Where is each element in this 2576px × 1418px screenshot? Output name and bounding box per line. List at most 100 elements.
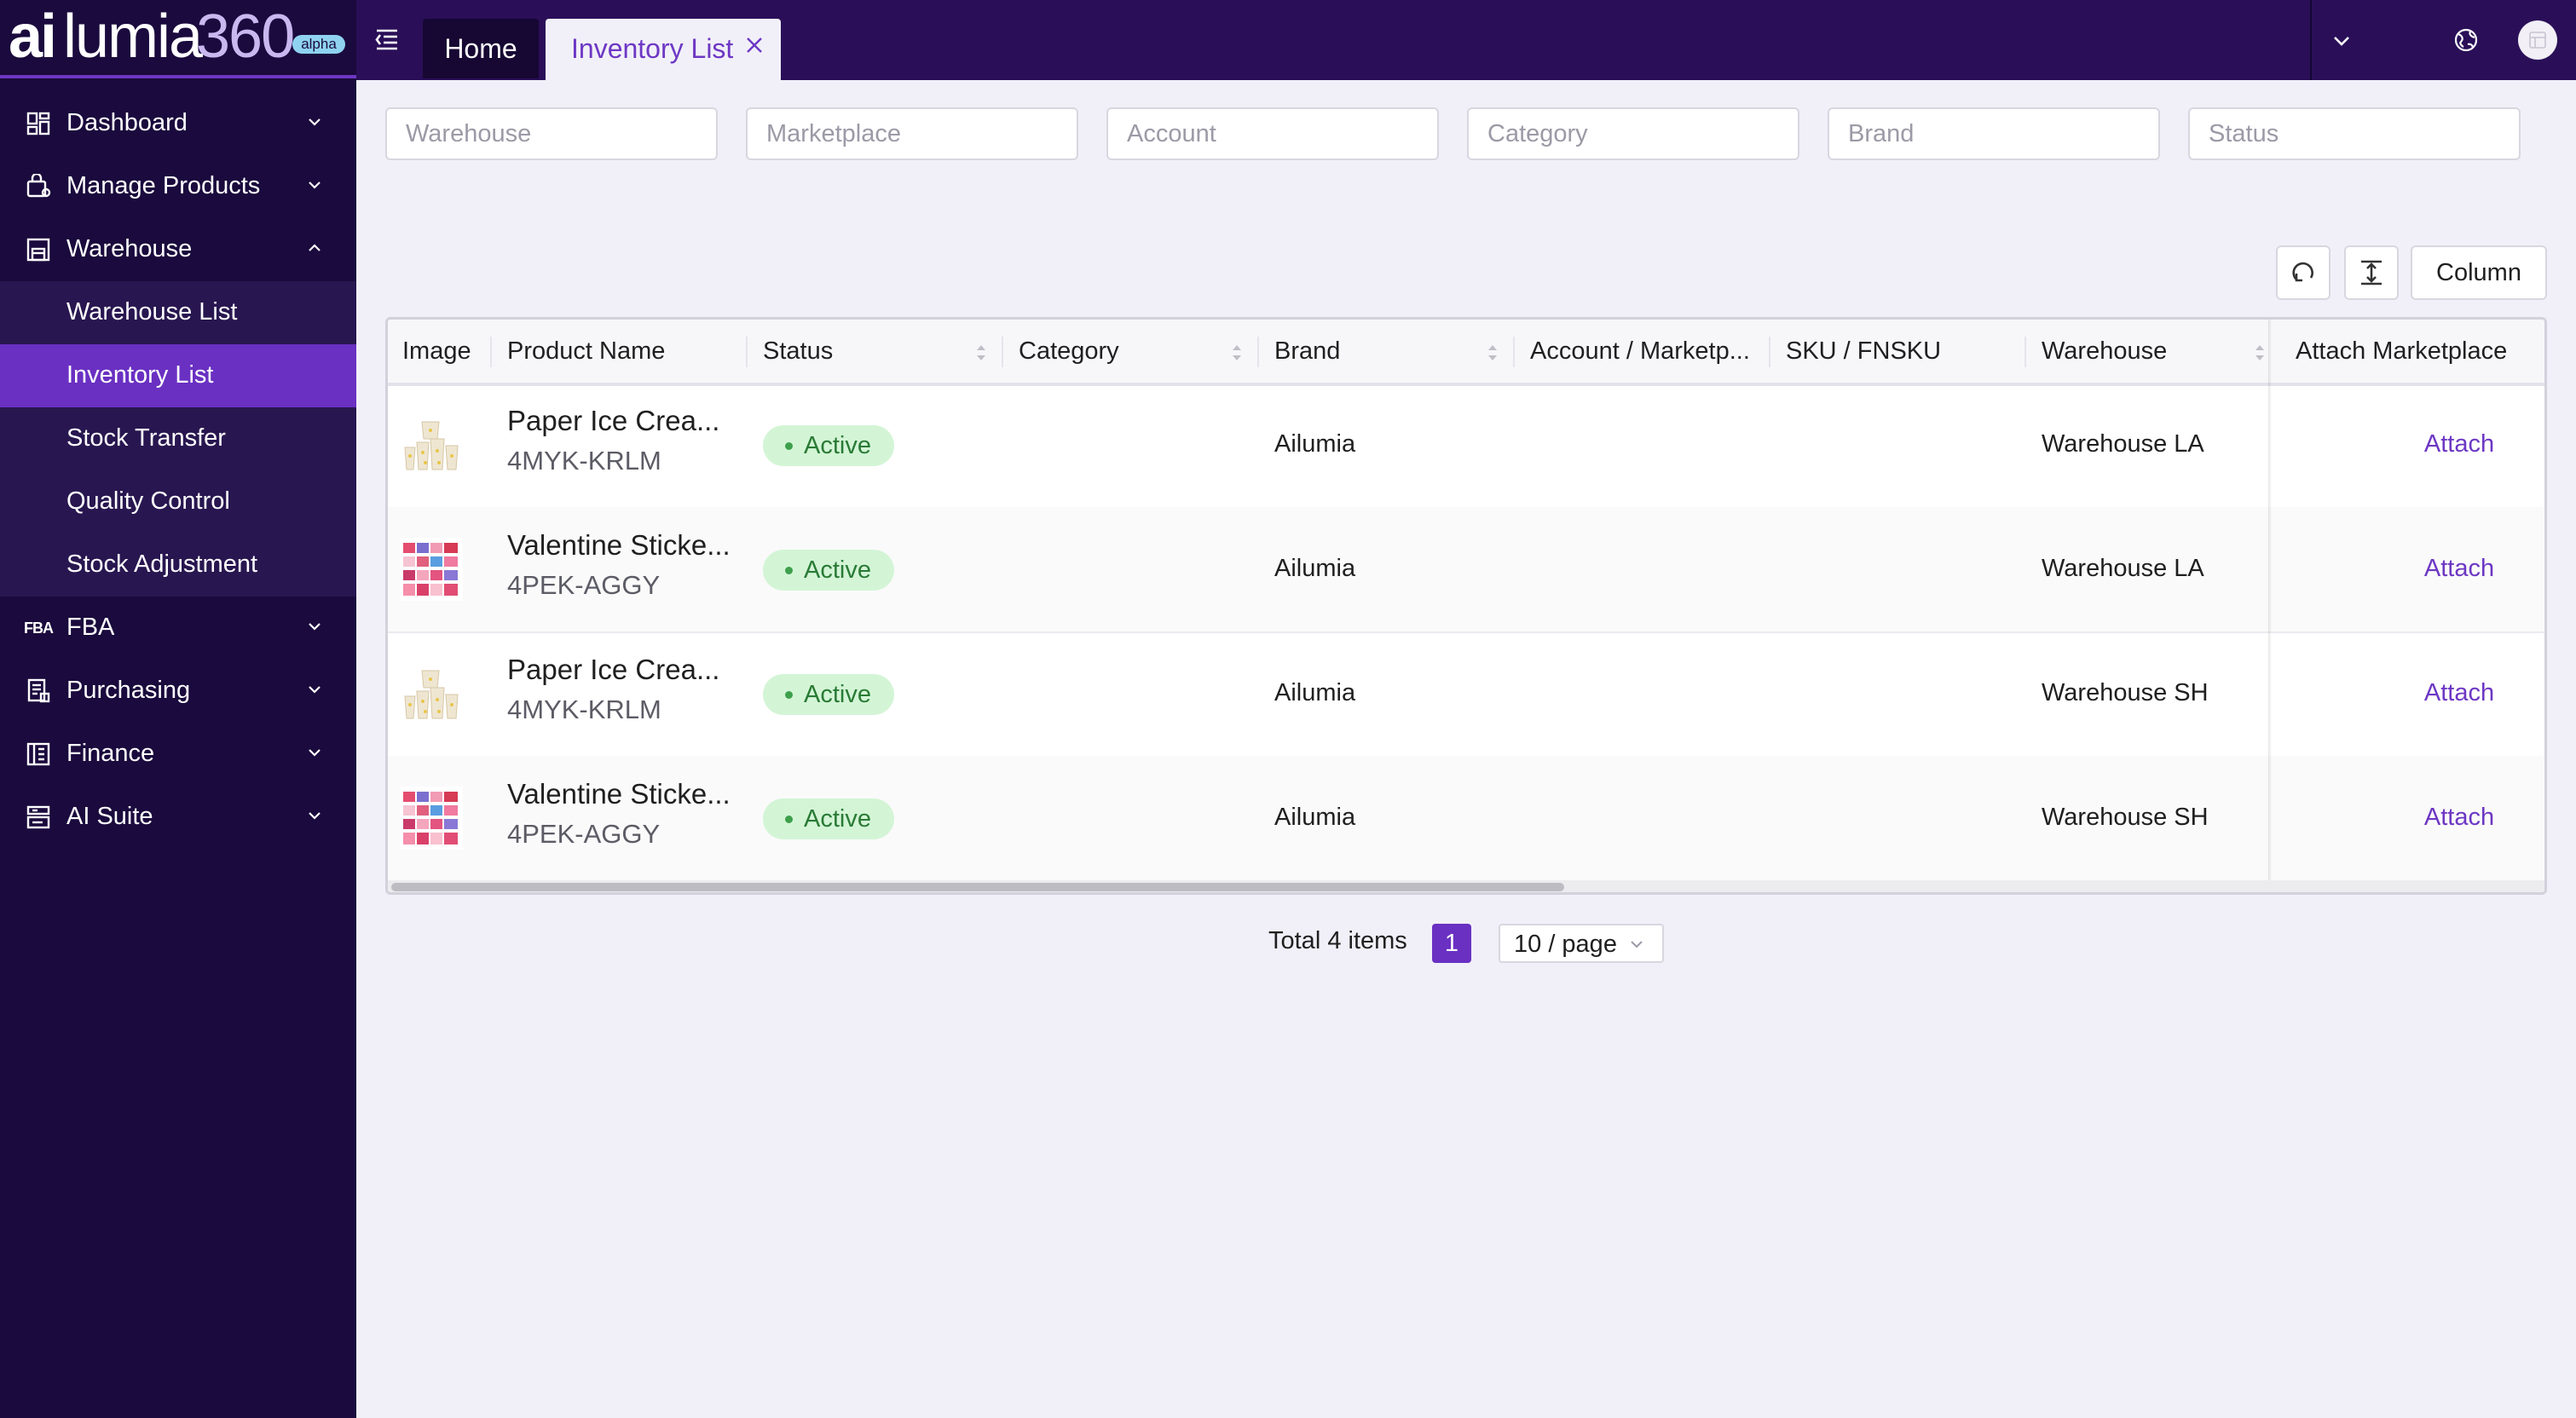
- tab-home[interactable]: Home: [423, 19, 539, 78]
- product-thumbnail-valentine-stickers[interactable]: [400, 787, 463, 850]
- status-dot: [785, 567, 793, 574]
- fba-icon: FBA: [24, 615, 54, 641]
- tab-label: Inventory List: [571, 33, 734, 64]
- refresh-button[interactable]: [2276, 245, 2331, 300]
- page-size-select[interactable]: 10 / page: [1499, 924, 1664, 963]
- status-dot: [785, 816, 793, 823]
- status-filter[interactable]: [2188, 107, 2521, 160]
- logo-number: 360: [196, 3, 295, 71]
- column-header-status[interactable]: Status: [763, 320, 833, 383]
- sidebar-subitem-stock-adjustment[interactable]: Stock Adjustment: [0, 533, 356, 597]
- sidebar-item-finance[interactable]: Finance: [0, 723, 356, 786]
- account-filter[interactable]: [1106, 107, 1439, 160]
- sidebar-item-fba[interactable]: FBA FBA: [0, 597, 356, 660]
- product-thumbnail-valentine-stickers[interactable]: [400, 538, 463, 601]
- sidebar-subitem-label: Stock Transfer: [66, 424, 226, 452]
- sidebar-item-label: Warehouse: [66, 235, 193, 262]
- close-icon[interactable]: [745, 36, 764, 55]
- status-badge: Active: [763, 798, 894, 839]
- status-badge: Active: [763, 550, 894, 591]
- page-size-label: 10 / page: [1514, 931, 1617, 958]
- brand-filter[interactable]: [1828, 107, 2160, 160]
- product-thumbnail-ice-cream-cups[interactable]: [400, 413, 463, 476]
- fixed-column-shadow: [2268, 320, 2272, 892]
- product-thumbnail-ice-cream-cups[interactable]: [400, 662, 463, 725]
- sidebar-item-warehouse[interactable]: Warehouse: [0, 218, 356, 281]
- status-label: Active: [804, 681, 871, 708]
- sidebar-subitem-warehouse-list[interactable]: Warehouse List: [0, 281, 356, 344]
- brand-cell: Ailumia: [1274, 679, 1356, 706]
- column-height-icon: [2361, 260, 2382, 285]
- tab-inventory-list[interactable]: Inventory List: [546, 19, 781, 80]
- column-divider: [2024, 337, 2026, 367]
- sidebar-item-purchasing[interactable]: Purchasing: [0, 660, 356, 723]
- chevron-down-icon: [1631, 941, 1643, 948]
- sidebar-subitem-stock-transfer[interactable]: Stock Transfer: [0, 407, 356, 470]
- marketplace-filter[interactable]: [746, 107, 1078, 160]
- column-header-brand[interactable]: Brand: [1274, 320, 1340, 383]
- chevron-down-icon: [309, 686, 321, 694]
- sidebar-subitem-quality-control[interactable]: Quality Control: [0, 470, 356, 533]
- table-row: Valentine Sticke... 4PEK-AGGY Active Ail…: [388, 756, 2544, 882]
- dashboard-icon: [26, 111, 51, 136]
- finance-icon: [26, 741, 51, 767]
- column-divider: [490, 337, 492, 367]
- horizontal-scrollbar[interactable]: [388, 880, 2544, 892]
- product-name[interactable]: Paper Ice Crea...: [507, 654, 719, 686]
- sidebar-item-dashboard[interactable]: Dashboard: [0, 92, 356, 155]
- sort-icon[interactable]: [974, 342, 988, 364]
- product-sku: 4MYK-KRLM: [507, 695, 661, 724]
- purchasing-icon: [26, 678, 51, 704]
- sort-icon[interactable]: [2253, 342, 2267, 364]
- status-label: Active: [804, 805, 871, 833]
- status-badge: Active: [763, 674, 894, 715]
- scrollbar-thumb[interactable]: [391, 883, 1564, 891]
- attach-link[interactable]: Attach: [2374, 430, 2544, 458]
- globe-icon[interactable]: [2452, 26, 2481, 55]
- sidebar-subitem-label: Warehouse List: [66, 298, 238, 326]
- avatar[interactable]: [2518, 20, 2557, 60]
- header-divider: [2310, 0, 2312, 80]
- column-header-sku-fnsku: SKU / FNSKU: [1786, 337, 1942, 365]
- warehouse-filter[interactable]: [385, 107, 718, 160]
- attach-link[interactable]: Attach: [2374, 679, 2544, 707]
- product-name[interactable]: Valentine Sticke...: [507, 778, 731, 810]
- attach-link[interactable]: Attach: [2374, 555, 2544, 583]
- column-divider: [1513, 337, 1515, 367]
- table-header: Image Product Name Status Category Brand…: [388, 320, 2544, 386]
- column-header-image: Image: [402, 337, 471, 365]
- refresh-icon: [2292, 262, 2313, 282]
- warehouse-cell: Warehouse LA: [2042, 430, 2204, 458]
- products-icon: [26, 174, 51, 199]
- sidebar-subitem-label: Stock Adjustment: [66, 550, 258, 578]
- inventory-table: Image Product Name Status Category Brand…: [385, 317, 2547, 895]
- attach-link[interactable]: Attach: [2374, 804, 2544, 832]
- column-header-product-name: Product Name: [507, 337, 666, 365]
- sidebar-item-manage-products[interactable]: Manage Products: [0, 155, 356, 218]
- column-header-attach-marketplace: Attach Marketplace: [2296, 337, 2508, 365]
- sidebar-item-label: Finance: [66, 740, 155, 767]
- product-name[interactable]: Paper Ice Crea...: [507, 405, 719, 437]
- table-row: Paper Ice Crea... 4MYK-KRLM Active Ailum…: [388, 631, 2544, 758]
- column-divider: [746, 337, 748, 367]
- logo-ai: ai: [9, 3, 57, 71]
- column-header-category[interactable]: Category: [1019, 320, 1119, 383]
- column-header-account-marketplace: Account / Marketp...: [1530, 337, 1750, 365]
- sidebar-subitem-inventory-list[interactable]: Inventory List: [0, 344, 356, 407]
- chevron-down-icon[interactable]: [2331, 30, 2353, 52]
- density-button[interactable]: [2344, 245, 2399, 300]
- sidebar-item-label: FBA: [66, 614, 115, 641]
- page-1-button[interactable]: 1: [1432, 924, 1471, 963]
- sort-icon[interactable]: [1486, 342, 1499, 364]
- product-name[interactable]: Valentine Sticke...: [507, 529, 731, 562]
- collapse-menu-icon[interactable]: [373, 27, 401, 51]
- app-logo[interactable]: ai lumia 360 alpha: [0, 0, 356, 78]
- column-settings-button[interactable]: Column: [2411, 245, 2547, 300]
- category-filter[interactable]: [1467, 107, 1799, 160]
- avatar-icon: [2519, 21, 2556, 59]
- ai-suite-icon: [26, 804, 51, 830]
- column-header-warehouse[interactable]: Warehouse: [2042, 320, 2167, 383]
- sort-icon[interactable]: [1230, 342, 1244, 364]
- warehouse-cell: Warehouse SH: [2042, 679, 2209, 706]
- sidebar-item-ai-suite[interactable]: AI Suite: [0, 786, 356, 849]
